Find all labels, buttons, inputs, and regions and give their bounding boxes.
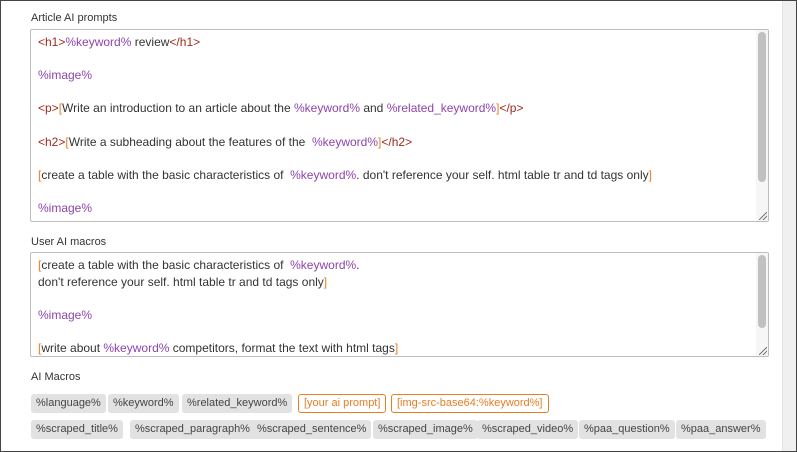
macro-chip-scraped-paragraph[interactable]: %scraped_paragraph% (130, 420, 255, 439)
variable-token: %keyword% (65, 35, 132, 49)
editor-line: [create a table with the basic character… (38, 257, 744, 274)
variable-token: %keyword% (312, 134, 379, 149)
editor-line: don't reference your self. html table tr… (38, 274, 744, 291)
editor-line: %image% (38, 200, 744, 217)
article-prompts-scrollbar[interactable] (756, 30, 768, 221)
editor-line: [create a table with the basic character… (38, 167, 744, 184)
variable-token: %keyword% (293, 101, 360, 116)
variable-token: %keyword% (290, 167, 357, 182)
editor-line: [write about %keyword% competitors, form… (38, 340, 744, 356)
variable-token: %related_keyword% (386, 101, 497, 116)
article-prompts-resize-icon[interactable] (759, 212, 767, 220)
article-prompts-scroll-thumb[interactable] (758, 32, 766, 182)
user-macros-label: User AI macros (31, 236, 107, 248)
editor-line: <h1>%keyword% review</h1> (38, 34, 744, 51)
bracket-token: ] (394, 340, 399, 355)
editor-line: %image% (38, 307, 744, 324)
text-token: . don't reference your self. html table … (356, 167, 649, 182)
page-scroll-strip (782, 1, 796, 451)
variable-token: %image% (38, 68, 93, 83)
html-tag-token: </h1> (169, 35, 201, 49)
html-tag-token: </h2> (381, 134, 413, 149)
article-prompts-label: Article AI prompts (31, 12, 118, 24)
text-token: review (131, 35, 170, 49)
user-macros-scrollbar[interactable] (756, 253, 768, 356)
text-token: don't reference your self. html table tr… (38, 274, 324, 289)
text-token: competitors, format the text with html t… (169, 340, 395, 355)
macro-chip-paa-answer[interactable]: %paa_answer% (676, 420, 766, 439)
macro-chip-scraped-image[interactable]: %scraped_image% (373, 420, 478, 439)
article-prompts-content[interactable]: <h1>%keyword% review</h1> %image% <p>[Writ… (31, 30, 768, 217)
editor-line: <h2>[Write a subheading about the featur… (38, 134, 744, 151)
bracket-token: ] (648, 167, 652, 182)
variable-token: %keyword% (103, 340, 170, 355)
macro-chip-your-ai-prompt[interactable]: [your ai prompt] (298, 394, 387, 413)
macro-chip-scraped-sentence[interactable]: %scraped_sentence% (252, 420, 372, 439)
html-tag-token: <h1> (38, 35, 66, 49)
text-token: Write an introduction to an article abou… (62, 101, 294, 116)
text-token: . (356, 258, 360, 272)
ai-macros-label: AI Macros (31, 371, 81, 383)
html-tag-token: <p> (38, 101, 59, 116)
macro-chip-scraped-title[interactable]: %scraped_title% (31, 420, 123, 439)
text-token: and (360, 101, 387, 116)
macro-chip-paa-question[interactable]: %paa_question% (579, 420, 675, 439)
macro-chip-related-keyword[interactable]: %related_keyword% (182, 394, 293, 413)
variable-token: %image% (38, 200, 93, 215)
bracket-token: ] (323, 274, 328, 289)
user-macros-textarea[interactable]: [create a table with the basic character… (30, 252, 769, 357)
article-prompts-textarea[interactable]: <h1>%keyword% review</h1> %image% <p>[Writ… (30, 29, 769, 222)
macro-chip-img-src-base64[interactable]: [img-src-base64:%keyword%] (391, 394, 549, 413)
text-token: create a table with the basic characteri… (41, 258, 291, 272)
variable-token: %keyword% (290, 258, 357, 272)
user-macros-scroll-thumb[interactable] (758, 255, 766, 328)
text-token: Write a subheading about the features of… (68, 134, 312, 149)
editor-line: %image% (38, 67, 744, 84)
html-tag-token: </p> (499, 101, 524, 116)
text-token: create a table with the basic characteri… (41, 167, 291, 182)
macro-chip-language[interactable]: %language% (31, 394, 106, 413)
text-token: write about (41, 340, 104, 355)
editor-line: <p>[Write an introduction to an article … (38, 100, 744, 117)
macro-chip-scraped-video[interactable]: %scraped_video% (477, 420, 579, 439)
variable-token: %image% (38, 307, 93, 322)
macro-chip-keyword[interactable]: %keyword% (108, 394, 179, 413)
settings-panel: Article AI prompts <h1>%keyword% review<… (0, 0, 797, 452)
html-tag-token: <h2> (38, 134, 66, 149)
user-macros-content[interactable]: [create a table with the basic character… (31, 253, 768, 356)
user-macros-resize-icon[interactable] (759, 347, 767, 355)
